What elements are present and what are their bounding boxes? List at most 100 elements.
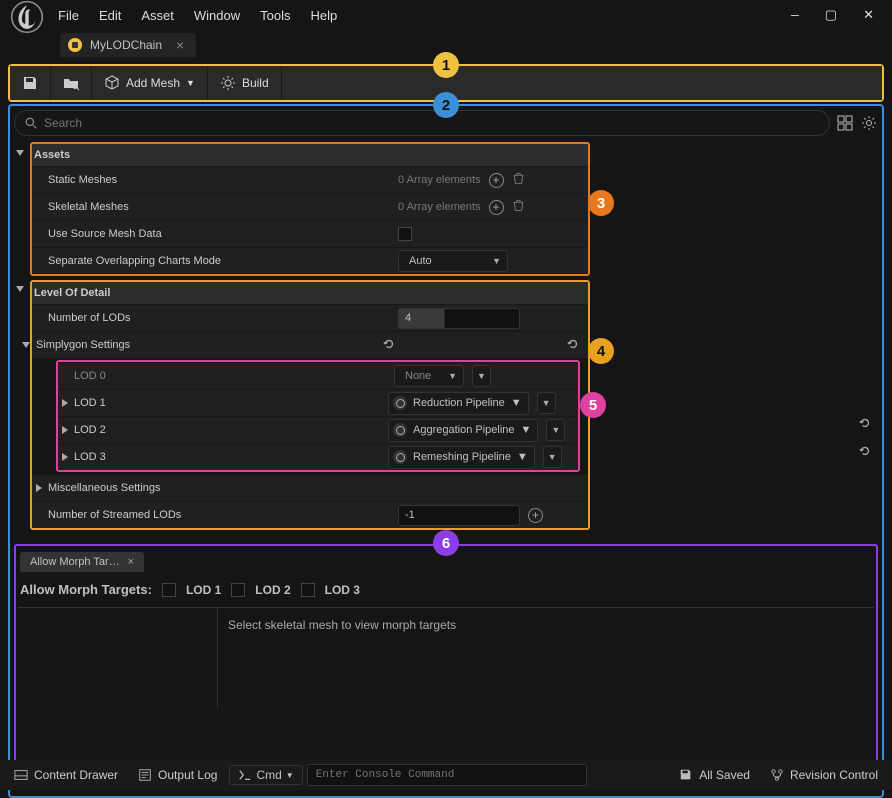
tab-title: MyLODChain bbox=[90, 38, 162, 52]
details-highlight: 2 Assets Static Meshes 0 Array bbox=[8, 104, 884, 798]
use-source-mesh-label: Use Source Mesh Data bbox=[48, 228, 398, 240]
lod0-pipeline-dropdown[interactable]: None ▼ bbox=[394, 365, 464, 387]
morph-tab-label: Allow Morph Tar… bbox=[30, 556, 120, 568]
lod3-pipeline-dropdown[interactable]: Remeshing Pipeline ▼ bbox=[388, 446, 535, 469]
revert-icon[interactable] bbox=[382, 337, 396, 354]
build-button[interactable]: Build bbox=[208, 66, 282, 100]
lod3-extra-dropdown[interactable]: ▼ bbox=[543, 446, 562, 468]
add-element-icon[interactable]: + bbox=[528, 508, 543, 523]
num-lods-input[interactable]: 4 bbox=[398, 308, 520, 329]
streamed-lods-input[interactable]: -1 bbox=[398, 505, 520, 526]
morph-targets-row: Allow Morph Targets: LOD 1 LOD 2 LOD 3 bbox=[16, 572, 876, 607]
revert-icon[interactable] bbox=[858, 416, 872, 433]
output-log-label: Output Log bbox=[158, 768, 217, 782]
assets-header[interactable]: Assets bbox=[32, 144, 588, 166]
morph-lod1-checkbox[interactable] bbox=[162, 583, 176, 597]
lod1-pipeline-dropdown[interactable]: Reduction Pipeline ▼ bbox=[388, 392, 529, 415]
morph-targets-label: Allow Morph Targets: bbox=[20, 582, 152, 597]
num-lods-value: 4 bbox=[405, 312, 411, 324]
console-input[interactable] bbox=[307, 764, 587, 786]
pipeline-icon bbox=[393, 423, 407, 437]
trash-icon[interactable] bbox=[512, 199, 525, 215]
lod-title: Level Of Detail bbox=[34, 287, 110, 299]
chevron-down-icon: ▼ bbox=[477, 371, 486, 381]
trash-icon[interactable] bbox=[512, 172, 525, 188]
save-button[interactable] bbox=[10, 66, 51, 100]
content-drawer-label: Content Drawer bbox=[34, 768, 118, 782]
menu-edit[interactable]: Edit bbox=[99, 8, 121, 23]
menu-asset[interactable]: Asset bbox=[141, 8, 174, 23]
window-maximize-icon[interactable]: ▢ bbox=[825, 8, 837, 23]
lod0-extra-dropdown[interactable]: ▼ bbox=[472, 365, 491, 387]
expand-icon[interactable] bbox=[22, 342, 30, 348]
morph-lod3-checkbox[interactable] bbox=[301, 583, 315, 597]
lod1-row: LOD 1 Reduction Pipeline ▼ ▼ bbox=[58, 389, 578, 416]
morph-lod2-checkbox[interactable] bbox=[231, 583, 245, 597]
lod2-extra-dropdown[interactable]: ▼ bbox=[546, 419, 565, 441]
add-element-icon[interactable]: + bbox=[489, 200, 504, 215]
grid-view-icon[interactable] bbox=[836, 114, 854, 132]
add-element-icon[interactable]: + bbox=[489, 173, 504, 188]
annotation-badge-3: 3 bbox=[588, 190, 614, 216]
expand-icon[interactable] bbox=[16, 150, 24, 156]
lod1-label: LOD 1 bbox=[74, 397, 388, 409]
simplygon-label: Simplygon Settings bbox=[36, 339, 382, 351]
skeletal-meshes-value: 0 Array elements bbox=[398, 201, 481, 213]
search-icon bbox=[25, 117, 38, 130]
expand-icon[interactable] bbox=[36, 484, 42, 492]
document-tab[interactable]: MyLODChain × bbox=[60, 33, 196, 57]
use-source-mesh-row: Use Source Mesh Data bbox=[32, 220, 588, 247]
search-box[interactable] bbox=[14, 110, 830, 136]
menu-file[interactable]: File bbox=[58, 8, 79, 23]
use-source-mesh-checkbox[interactable] bbox=[398, 227, 412, 241]
properties-panel: Assets Static Meshes 0 Array elements + … bbox=[12, 142, 880, 790]
cmd-selector[interactable]: Cmd ▼ bbox=[229, 765, 302, 785]
expand-icon[interactable] bbox=[62, 426, 68, 434]
search-input[interactable] bbox=[44, 116, 819, 130]
menu-help[interactable]: Help bbox=[310, 8, 337, 23]
tab-close-icon[interactable]: × bbox=[176, 37, 184, 53]
misc-settings-label: Miscellaneous Settings bbox=[48, 482, 398, 494]
revision-control-button[interactable]: Revision Control bbox=[762, 765, 886, 785]
chevron-down-icon: ▼ bbox=[511, 397, 522, 409]
asset-icon bbox=[68, 38, 82, 52]
lod0-row: LOD 0 None ▼ ▼ bbox=[58, 362, 578, 389]
output-log-button[interactable]: Output Log bbox=[130, 765, 225, 785]
morph-tab[interactable]: Allow Morph Tar… × bbox=[20, 552, 144, 572]
main-menu: File Edit Asset Window Tools Help bbox=[58, 8, 337, 23]
menu-tools[interactable]: Tools bbox=[260, 8, 290, 23]
close-icon[interactable]: × bbox=[128, 556, 134, 568]
menu-window[interactable]: Window bbox=[194, 8, 240, 23]
chevron-down-icon: ▼ bbox=[517, 451, 528, 463]
chevron-down-icon: ▼ bbox=[521, 424, 532, 436]
expand-icon[interactable] bbox=[16, 286, 24, 292]
add-mesh-button[interactable]: Add Mesh ▼ bbox=[92, 66, 208, 100]
lod1-pipeline-value: Reduction Pipeline bbox=[413, 397, 505, 409]
revert-icon[interactable] bbox=[858, 444, 872, 461]
window-minimize-icon[interactable]: — bbox=[791, 8, 799, 23]
lod1-extra-dropdown[interactable]: ▼ bbox=[537, 392, 556, 414]
annotation-badge-4: 4 bbox=[588, 338, 614, 364]
streamed-lods-label: Number of Streamed LODs bbox=[48, 509, 398, 521]
settings-icon[interactable] bbox=[860, 114, 878, 132]
morph-lod1-label: LOD 1 bbox=[186, 583, 221, 597]
morph-list bbox=[18, 608, 218, 708]
chevron-down-icon: ▼ bbox=[548, 452, 557, 462]
expand-icon[interactable] bbox=[62, 453, 68, 461]
lod3-pipeline-value: Remeshing Pipeline bbox=[413, 451, 511, 463]
separate-charts-dropdown[interactable]: Auto ▼ bbox=[398, 250, 508, 272]
status-bar: Content Drawer Output Log Cmd ▼ All Save… bbox=[0, 760, 892, 790]
titlebar: File Edit Asset Window Tools Help — ▢ ✕ bbox=[0, 0, 892, 30]
expand-icon[interactable] bbox=[62, 399, 68, 407]
content-drawer-button[interactable]: Content Drawer bbox=[6, 765, 126, 785]
lod-header[interactable]: Level Of Detail bbox=[32, 282, 588, 304]
browse-button[interactable] bbox=[51, 66, 92, 100]
revert-icon[interactable] bbox=[566, 337, 580, 354]
simplygon-row: Simplygon Settings bbox=[32, 331, 588, 358]
window-controls: — ▢ ✕ bbox=[791, 8, 888, 23]
lod2-pipeline-dropdown[interactable]: Aggregation Pipeline ▼ bbox=[388, 419, 538, 442]
window-close-icon[interactable]: ✕ bbox=[863, 8, 874, 23]
morph-lod2-label: LOD 2 bbox=[255, 583, 290, 597]
all-saved-button[interactable]: All Saved bbox=[671, 765, 758, 785]
static-meshes-row: Static Meshes 0 Array elements + bbox=[32, 166, 588, 193]
